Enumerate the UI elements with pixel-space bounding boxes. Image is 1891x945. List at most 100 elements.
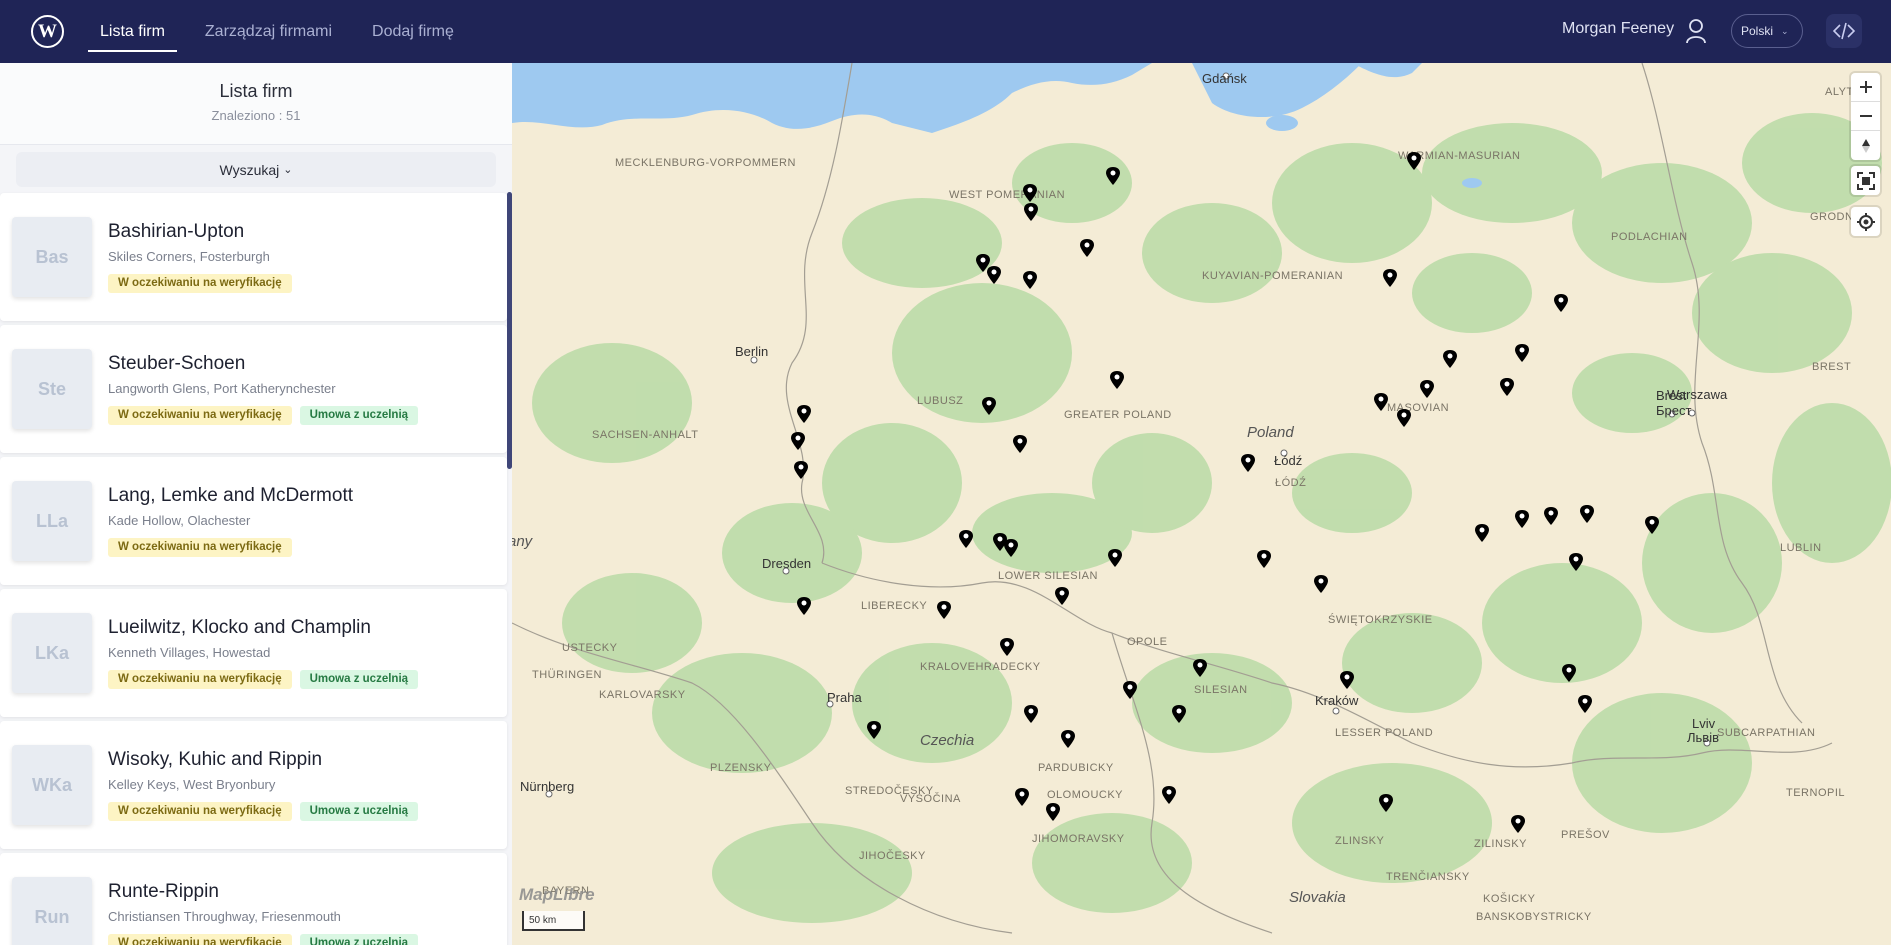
company-badges: W oczekiwaniu na weryfikację Umowa z ucze… [108, 670, 426, 689]
location-marker-icon[interactable] [1561, 663, 1577, 683]
geolocate-control [1851, 207, 1880, 236]
location-marker-icon[interactable] [1105, 166, 1121, 186]
language-select[interactable]: Polski ⌄ [1731, 14, 1803, 48]
location-marker-icon[interactable] [1499, 377, 1515, 397]
location-marker-icon[interactable] [1014, 787, 1030, 807]
location-marker-icon[interactable] [1022, 183, 1038, 203]
location-marker-icon[interactable] [1514, 509, 1530, 529]
company-card[interactable]: LKa Lueilwitz, Klocko and Champlin Kenne… [0, 589, 507, 717]
user-icon[interactable] [1685, 18, 1707, 44]
location-marker-icon[interactable] [1240, 453, 1256, 473]
city-label: Berlin [735, 344, 769, 359]
location-marker-icon[interactable] [1161, 785, 1177, 805]
region-label: OLOMOUCKY [1047, 789, 1124, 801]
top-navigation-bar: W Lista firm Zarządzaj firmami Dodaj fir… [0, 0, 1891, 63]
location-marker-icon[interactable] [1474, 523, 1490, 543]
region-label: LESSER POLAND [1335, 727, 1434, 739]
company-card[interactable]: Ste Steuber-Schoen Langworth Glens, Port… [0, 325, 507, 453]
location-marker-icon[interactable] [1543, 506, 1559, 526]
location-marker-icon[interactable] [1382, 268, 1398, 288]
company-avatar: LKa [12, 613, 92, 693]
location-marker-icon[interactable] [1510, 814, 1526, 834]
location-marker-icon[interactable] [790, 431, 806, 451]
location-marker-icon[interactable] [1107, 548, 1123, 568]
pending-verification-badge: W oczekiwaniu na weryfikację [108, 406, 292, 425]
location-marker-icon[interactable] [1373, 392, 1389, 412]
zoom-out-button[interactable] [1851, 102, 1880, 131]
region-label: ZILINSKY [1474, 838, 1527, 850]
region-label: SUBCARPATHIAN [1717, 727, 1816, 739]
location-marker-icon[interactable] [866, 720, 882, 740]
code-icon [1833, 22, 1855, 40]
location-marker-icon[interactable] [1256, 549, 1272, 569]
company-card[interactable]: Run Runte-Rippin Christiansen Throughway… [0, 853, 507, 945]
region-label: ŚWIĘTOKRZYSKIE [1328, 614, 1433, 626]
location-marker-icon[interactable] [1003, 538, 1019, 558]
fullscreen-button[interactable] [1851, 166, 1880, 195]
location-marker-icon[interactable] [1012, 434, 1028, 454]
company-card[interactable]: WKa Wisoky, Kuhic and Rippin Kelley Keys… [0, 721, 507, 849]
user-name[interactable]: Morgan Feeney [1562, 20, 1674, 38]
location-marker-icon[interactable] [1192, 658, 1208, 678]
nav-dodaj-firme[interactable]: Dodaj firmę [358, 0, 468, 63]
location-marker-icon[interactable] [1553, 293, 1569, 313]
location-marker-icon[interactable] [1378, 793, 1394, 813]
location-marker-icon[interactable] [1054, 586, 1070, 606]
code-view-button[interactable] [1826, 14, 1862, 48]
location-marker-icon[interactable] [1023, 202, 1039, 222]
location-marker-icon[interactable] [1579, 504, 1595, 524]
city-label: Praha [827, 690, 862, 705]
location-marker-icon[interactable] [999, 637, 1015, 657]
location-marker-icon[interactable] [1406, 151, 1422, 171]
location-marker-icon[interactable] [1396, 408, 1412, 428]
university-agreement-badge: Umowa z uczelnią [299, 670, 419, 689]
location-marker-icon[interactable] [1023, 704, 1039, 724]
city-label: Łódź [1274, 453, 1303, 468]
region-label: PLZENSKY [710, 762, 772, 774]
chevron-down-icon: ⌄ [1781, 25, 1789, 36]
logo-letter: W [38, 20, 57, 42]
location-marker-icon[interactable] [1045, 802, 1061, 822]
company-name: Bashirian-Upton [108, 221, 245, 242]
search-toggle[interactable]: Wyszukaj ⌄ [16, 152, 496, 187]
company-card[interactable]: Bas Bashirian-Upton Skiles Corners, Fost… [0, 193, 507, 321]
location-marker-icon[interactable] [1171, 704, 1187, 724]
location-marker-icon[interactable] [1109, 370, 1125, 390]
region-label: ŁÓDŹ [1275, 477, 1307, 489]
nav-zarzadzaj-firmami[interactable]: Zarządzaj firmami [191, 0, 346, 63]
geolocate-button[interactable] [1851, 207, 1880, 236]
location-marker-icon[interactable] [1577, 694, 1593, 714]
compass-icon [1861, 138, 1870, 153]
zoom-in-button[interactable] [1851, 73, 1880, 102]
company-address: Skiles Corners, Fosterburgh [108, 249, 270, 264]
location-marker-icon[interactable] [1313, 574, 1329, 594]
app-logo[interactable]: W [31, 15, 64, 48]
company-avatar: LLa [12, 481, 92, 561]
location-marker-icon[interactable] [1060, 729, 1076, 749]
location-marker-icon[interactable] [1339, 670, 1355, 690]
map-view[interactable]: MECKLENBURG-VORPOMMERN WEST POMERANIAN WAR… [512, 63, 1891, 945]
location-marker-icon[interactable] [1514, 343, 1530, 363]
location-marker-icon[interactable] [981, 396, 997, 416]
company-name: Steuber-Schoen [108, 353, 246, 374]
location-marker-icon[interactable] [796, 596, 812, 616]
company-card[interactable]: LLa Lang, Lemke and McDermott Kade Hollo… [0, 457, 507, 585]
location-marker-icon[interactable] [1644, 515, 1660, 535]
location-marker-icon[interactable] [986, 265, 1002, 285]
fullscreen-control [1851, 166, 1880, 195]
company-avatar: Run [12, 877, 92, 945]
location-marker-icon[interactable] [1079, 238, 1095, 258]
location-marker-icon[interactable] [1568, 552, 1584, 572]
plus-icon [1859, 81, 1872, 93]
maplibre-attribution[interactable]: MapLibre [519, 885, 595, 905]
location-marker-icon[interactable] [793, 460, 809, 480]
location-marker-icon[interactable] [1122, 680, 1138, 700]
location-marker-icon[interactable] [1442, 349, 1458, 369]
location-marker-icon[interactable] [1022, 270, 1038, 290]
nav-lista-firm[interactable]: Lista firm [86, 0, 179, 63]
reset-north-button[interactable] [1851, 131, 1880, 160]
location-marker-icon[interactable] [936, 600, 952, 620]
location-marker-icon[interactable] [1419, 379, 1435, 399]
location-marker-icon[interactable] [796, 404, 812, 424]
location-marker-icon[interactable] [958, 529, 974, 549]
